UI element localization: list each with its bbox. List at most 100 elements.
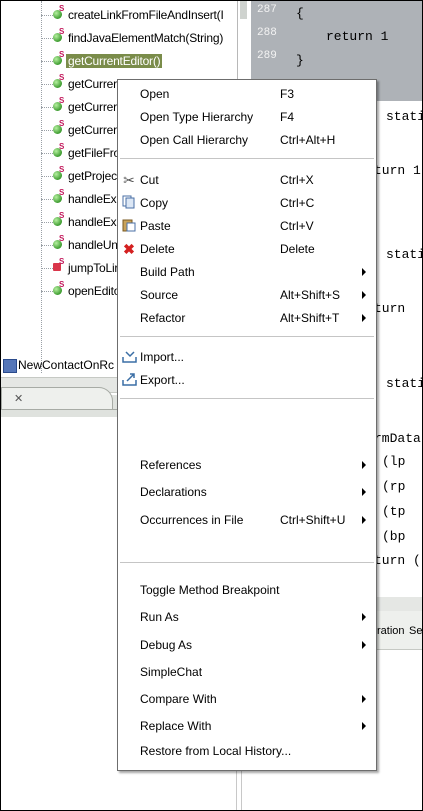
menu-item-label: Import... xyxy=(140,350,185,364)
code-line: } xyxy=(296,53,304,68)
menu-item-label: Declarations xyxy=(140,485,207,499)
static-marker-icon: S xyxy=(59,257,65,266)
editor-visible-text: stati turn 1 stati turn stati rmData (lp… xyxy=(373,101,423,601)
tree-connector xyxy=(41,38,53,39)
outline-item-label: getCurrer xyxy=(68,100,117,114)
menu-item-label: Restore from Local History... xyxy=(140,744,292,758)
close-icon[interactable]: ✕ xyxy=(14,392,23,405)
menu-item-shortcut: Alt+Shift+S xyxy=(280,288,341,302)
outline-item[interactable]: S createLinkFromFileAndInsert(I xyxy=(1,4,241,27)
tree-connector xyxy=(41,291,53,292)
tree-connector xyxy=(41,199,53,200)
menu-item-source[interactable]: Source Alt+Shift+S xyxy=(118,284,376,306)
submenu-arrow-icon xyxy=(362,516,366,524)
menu-item-label: SimpleChat xyxy=(140,665,203,679)
outline-item-label: getFileFro xyxy=(68,146,121,160)
menu-item-refactor[interactable]: Refactor Alt+Shift+T xyxy=(118,307,376,329)
view-tab[interactable]: ✕ xyxy=(1,387,113,410)
menu-item-copy[interactable]: Copy Ctrl+C xyxy=(118,192,376,214)
static-marker-icon: S xyxy=(59,96,65,105)
tab-declaration[interactable]: ration xyxy=(377,625,405,637)
tree-connector xyxy=(41,84,53,85)
menu-item-label: Open xyxy=(140,87,170,101)
static-marker-icon: S xyxy=(59,73,65,82)
static-marker-icon: S xyxy=(59,50,65,59)
menu-item-label: Open Type Hierarchy xyxy=(140,110,254,124)
menu-separator xyxy=(120,336,374,337)
import-icon xyxy=(121,349,137,365)
outline-item-label: openEdito xyxy=(68,284,121,298)
menu-item-delete[interactable]: ✖ Delete Delete xyxy=(118,238,376,260)
static-marker-icon: S xyxy=(59,165,65,174)
code-line: { xyxy=(296,6,304,21)
menu-item-compare-with[interactable]: Compare With xyxy=(118,688,376,710)
menu-item-shortcut: Ctrl+Shift+U xyxy=(280,513,346,527)
menu-item-label: Refactor xyxy=(140,311,186,325)
code-line: turn xyxy=(374,301,406,316)
scrollbar-thumb[interactable] xyxy=(240,1,247,19)
tree-connector xyxy=(41,15,53,16)
menu-item-references[interactable]: References xyxy=(118,454,376,476)
submenu-arrow-icon xyxy=(362,695,366,703)
menu-item-label: References xyxy=(140,458,202,472)
menu-item-label: Copy xyxy=(140,196,169,210)
submenu-arrow-icon xyxy=(362,268,366,276)
menu-item-shortcut: Ctrl+V xyxy=(280,219,314,233)
outline-item-label: findJavaElementMatch(String) xyxy=(68,31,224,45)
context-menu: Open F3 Open Type Hierarchy F4 Open Call… xyxy=(117,79,377,771)
menu-item-shortcut: Alt+Shift+T xyxy=(280,311,340,325)
menu-item-import[interactable]: Import... xyxy=(118,346,376,368)
menu-item-restore-from-local-history[interactable]: Restore from Local History... xyxy=(118,740,376,762)
compilation-unit-label: NewContactOnRc xyxy=(18,358,115,372)
menu-item-build-path[interactable]: Build Path xyxy=(118,261,376,283)
menu-item-label: Toggle Method Breakpoint xyxy=(140,583,280,597)
submenu-arrow-icon xyxy=(362,488,366,496)
menu-item-replace-with[interactable]: Replace With xyxy=(118,715,376,737)
code-line: rmData xyxy=(374,431,421,446)
menu-item-label: Debug As xyxy=(140,638,193,652)
static-marker-icon: S xyxy=(59,188,65,197)
menu-item-paste[interactable]: Paste Ctrl+V xyxy=(118,215,376,237)
menu-item-label: Paste xyxy=(140,219,171,233)
submenu-arrow-icon xyxy=(362,722,366,730)
menu-item-open-type-hierarchy[interactable]: Open Type Hierarchy F4 xyxy=(118,106,376,128)
submenu-arrow-icon xyxy=(362,314,366,322)
menu-item-declarations[interactable]: Declarations xyxy=(118,481,376,503)
code-line: stati xyxy=(386,247,423,262)
outline-item[interactable]: S findJavaElementMatch(String) xyxy=(1,27,241,50)
menu-item-label: Open Call Hierarchy xyxy=(140,133,249,147)
code-line: (lp xyxy=(382,454,406,469)
eclipse-window: S createLinkFromFileAndInsert(I S findJa… xyxy=(0,0,423,811)
menu-item-toggle-method-breakpoint[interactable]: Toggle Method Breakpoint xyxy=(118,579,376,601)
export-icon xyxy=(121,372,137,388)
menu-separator xyxy=(120,562,374,563)
tab-search[interactable]: Se xyxy=(409,625,422,637)
menu-separator xyxy=(120,398,374,399)
menu-item-label: Delete xyxy=(140,242,175,256)
copy-icon xyxy=(121,195,137,211)
submenu-arrow-icon xyxy=(362,461,366,469)
tree-connector xyxy=(41,61,53,62)
tree-connector xyxy=(41,176,53,177)
outline-item-selected[interactable]: S getCurrentEditor() xyxy=(1,50,241,73)
outline-item-label: handleExc xyxy=(68,215,123,229)
code-line: stati xyxy=(386,109,423,124)
tree-connector xyxy=(41,107,53,108)
java-file-icon xyxy=(3,359,17,373)
outline-item-label: handleUn xyxy=(68,238,118,252)
delete-icon: ✖ xyxy=(123,241,135,257)
menu-item-cut[interactable]: ✂ Cut Ctrl+X xyxy=(118,169,376,191)
menu-item-debug-as[interactable]: Debug As xyxy=(118,634,376,656)
menu-item-open[interactable]: Open F3 xyxy=(118,83,376,105)
static-marker-icon: S xyxy=(59,4,65,13)
menu-item-open-call-hierarchy[interactable]: Open Call Hierarchy Ctrl+Alt+H xyxy=(118,129,376,151)
menu-item-run-as[interactable]: Run As xyxy=(118,606,376,628)
submenu-arrow-icon xyxy=(362,641,366,649)
tree-connector xyxy=(41,245,53,246)
menu-item-occurrences-in-file[interactable]: Occurrences in File Ctrl+Shift+U xyxy=(118,509,376,531)
menu-item-shortcut: Ctrl+X xyxy=(280,173,314,187)
static-marker-icon: S xyxy=(59,119,65,128)
menu-item-simplechat[interactable]: SimpleChat xyxy=(118,661,376,683)
tree-connector xyxy=(41,268,53,269)
menu-item-export[interactable]: Export... xyxy=(118,369,376,391)
